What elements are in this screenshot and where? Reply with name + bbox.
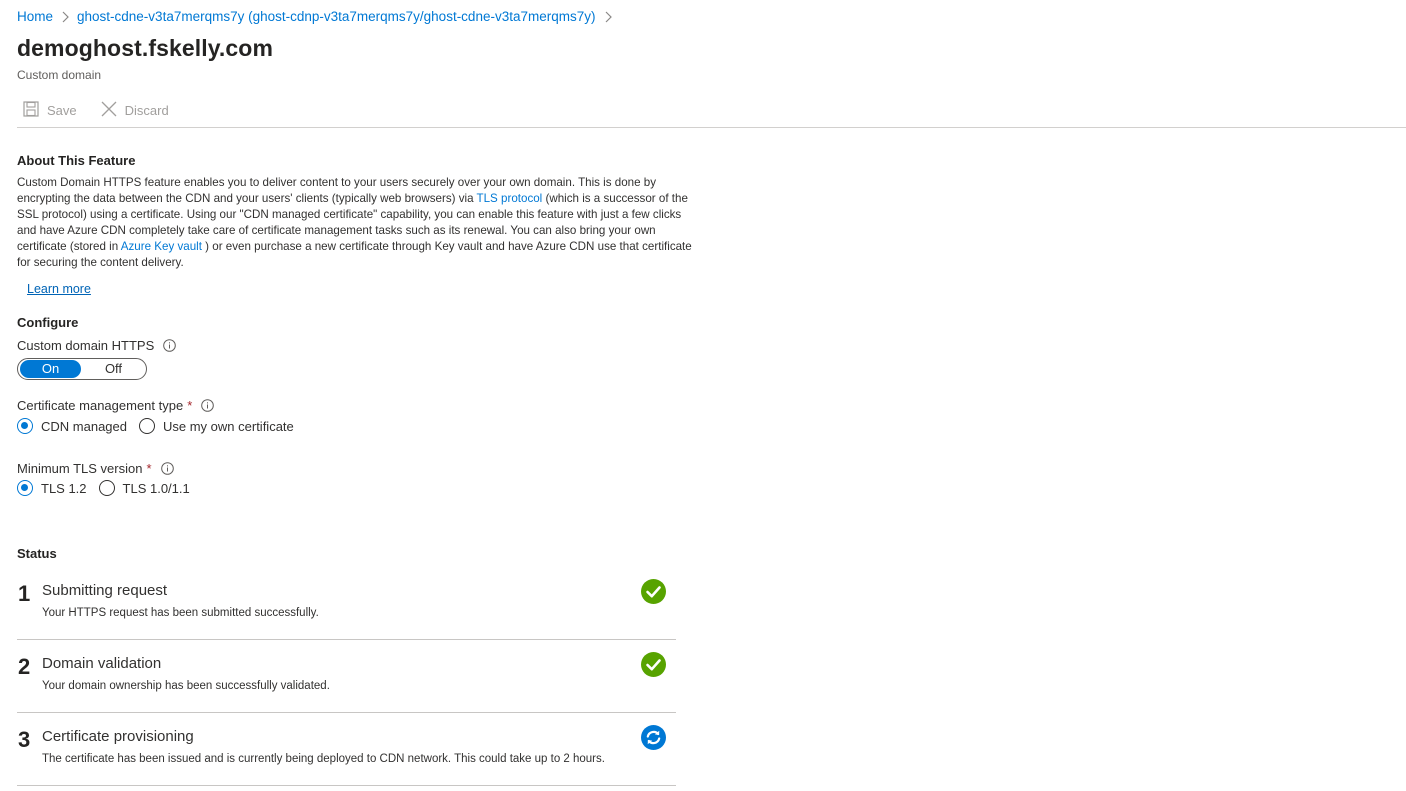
radio-button-selected[interactable]	[17, 418, 33, 434]
about-description: Custom Domain HTTPS feature enables you …	[17, 175, 697, 271]
success-check-icon	[641, 579, 666, 604]
radio-label: CDN managed	[41, 418, 127, 434]
minimum-tls-label: Minimum TLS version *	[17, 461, 174, 476]
save-button[interactable]: Save	[17, 97, 81, 123]
radio-label: TLS 1.0/1.1	[122, 480, 190, 496]
close-icon	[101, 101, 125, 120]
step-number: 3	[18, 727, 31, 752]
info-icon[interactable]	[160, 462, 174, 475]
learn-more-link[interactable]: Learn more	[27, 282, 91, 296]
chevron-right-icon	[604, 11, 612, 23]
configure-heading: Configure	[17, 315, 79, 330]
status-heading: Status	[17, 546, 57, 561]
step-number: 1	[18, 581, 31, 606]
status-step: 1 Submitting request Your HTTPS request …	[17, 575, 676, 640]
custom-domain-https-label-text: Custom domain HTTPS	[17, 338, 155, 353]
in-progress-sync-icon	[641, 725, 666, 750]
radio-label: Use my own certificate	[163, 418, 294, 434]
chevron-right-icon	[61, 11, 69, 23]
success-check-icon	[641, 652, 666, 677]
step-number: 2	[18, 654, 31, 679]
step-description: Your domain ownership has been successfu…	[42, 680, 330, 692]
toolbar-divider	[17, 127, 1406, 128]
certificate-management-label-text: Certificate management type	[17, 398, 184, 413]
status-step: 2 Domain validation Your domain ownershi…	[17, 648, 676, 713]
tls-protocol-link[interactable]: TLS protocol	[477, 192, 543, 205]
info-icon[interactable]	[201, 399, 215, 412]
certificate-management-label: Certificate management type *	[17, 398, 215, 413]
page-title: demoghost.fskelly.com	[17, 35, 274, 61]
breadcrumb-home-link[interactable]: Home	[17, 9, 53, 24]
toggle-on-option[interactable]: On	[20, 360, 81, 378]
required-marker: *	[146, 461, 152, 476]
certificate-management-radio-group: CDN managed Use my own certificate	[17, 418, 306, 434]
radio-cdn-managed[interactable]: CDN managed	[17, 418, 127, 434]
info-icon[interactable]	[163, 339, 177, 352]
radio-use-my-own-certificate[interactable]: Use my own certificate	[139, 418, 294, 434]
status-step: 3 Certificate provisioning The certifica…	[17, 721, 676, 786]
radio-button-selected[interactable]	[17, 480, 33, 496]
radio-label: TLS 1.2	[41, 480, 87, 496]
radio-button[interactable]	[98, 480, 115, 496]
required-marker: *	[187, 398, 193, 413]
toggle-off-option[interactable]: Off	[83, 360, 144, 378]
https-toggle[interactable]: On Off	[17, 358, 147, 380]
radio-tls-1-0-1-1[interactable]: TLS 1.0/1.1	[98, 480, 190, 496]
breadcrumb-endpoint-link[interactable]: ghost-cdne-v3ta7merqms7y (ghost-cdnp-v3t…	[77, 9, 595, 24]
minimum-tls-label-text: Minimum TLS version	[17, 461, 143, 476]
save-icon	[23, 100, 47, 120]
about-heading: About This Feature	[17, 153, 136, 168]
discard-button[interactable]: Discard	[95, 97, 173, 123]
custom-domain-https-label: Custom domain HTTPS	[17, 338, 177, 353]
save-label: Save	[47, 102, 77, 118]
step-description: Your HTTPS request has been submitted su…	[42, 607, 319, 619]
page-subtitle: Custom domain	[17, 68, 102, 82]
step-description: The certificate has been issued and is c…	[42, 753, 605, 765]
breadcrumb: Home ghost-cdne-v3ta7merqms7y (ghost-cdn…	[17, 9, 620, 24]
radio-tls-1-2[interactable]: TLS 1.2	[17, 480, 87, 496]
radio-button[interactable]	[139, 418, 155, 434]
step-title: Certificate provisioning	[42, 728, 194, 745]
step-title: Submitting request	[42, 582, 168, 599]
discard-label: Discard	[124, 102, 169, 118]
command-toolbar: Save Discard	[17, 97, 187, 123]
tls-version-radio-group: TLS 1.2 TLS 1.0/1.1	[17, 480, 202, 496]
step-title: Domain validation	[42, 655, 162, 672]
azure-key-vault-link[interactable]: Azure Key vault	[121, 240, 202, 253]
